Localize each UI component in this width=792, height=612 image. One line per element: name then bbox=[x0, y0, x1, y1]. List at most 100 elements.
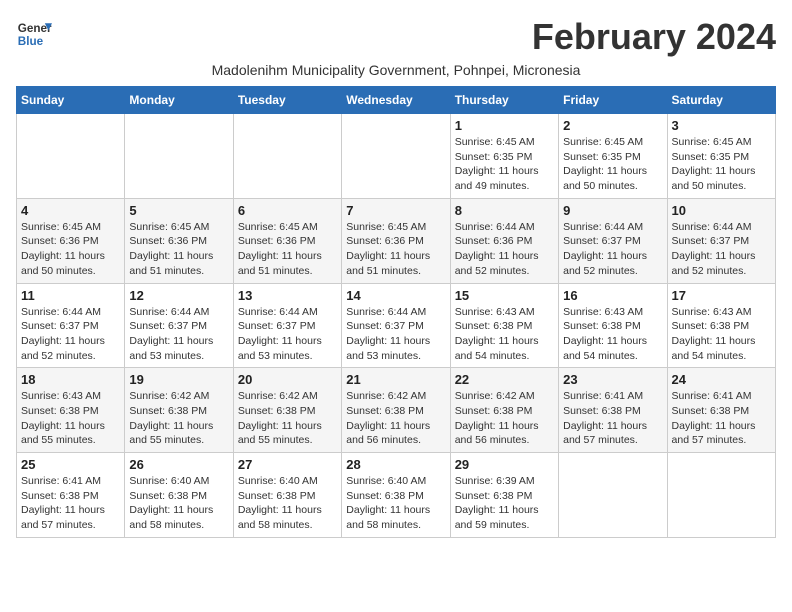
calendar-cell bbox=[17, 114, 125, 199]
calendar-cell: 28 Sunrise: 6:40 AM Sunset: 6:38 PM Dayli… bbox=[342, 453, 450, 538]
day-number: 11 bbox=[21, 288, 120, 303]
day-number: 23 bbox=[563, 372, 662, 387]
calendar-cell: 16Sunrise: 6:43 AM Sunset: 6:38 PM Dayli… bbox=[559, 283, 667, 368]
day-number: 18 bbox=[21, 372, 120, 387]
subtitle: Madolenihm Municipality Government, Pohn… bbox=[16, 62, 776, 78]
day-number: 15 bbox=[455, 288, 554, 303]
calendar-cell bbox=[667, 453, 775, 538]
calendar-cell: 18Sunrise: 6:43 AM Sunset: 6:38 PM Dayli… bbox=[17, 368, 125, 453]
day-number: 8 bbox=[455, 203, 554, 218]
calendar-cell: 14Sunrise: 6:44 AM Sunset: 6:37 PM Dayli… bbox=[342, 283, 450, 368]
weekday-header-wednesday: Wednesday bbox=[342, 87, 450, 114]
calendar-cell: 21 Sunrise: 6:42 AM Sunset: 6:38 PM Dayli… bbox=[342, 368, 450, 453]
weekday-header-monday: Monday bbox=[125, 87, 233, 114]
day-info: Sunrise: 6:40 AM Sunset: 6:38 PM Dayligh… bbox=[238, 474, 337, 533]
day-number: 7 bbox=[346, 203, 445, 218]
calendar-cell: 25 Sunrise: 6:41 AM Sunset: 6:38 PM Dayli… bbox=[17, 453, 125, 538]
day-number: 21 bbox=[346, 372, 445, 387]
day-info: Sunrise: 6:45 AM Sunset: 6:36 PM Dayligh… bbox=[129, 220, 228, 279]
day-number: 13 bbox=[238, 288, 337, 303]
calendar-cell: 4 Sunrise: 6:45 AM Sunset: 6:36 PM Daylig… bbox=[17, 198, 125, 283]
logo: General Blue bbox=[16, 16, 52, 52]
day-info: Sunrise: 6:40 AM Sunset: 6:38 PM Dayligh… bbox=[129, 474, 228, 533]
day-info: Sunrise: 6:43 AM Sunset: 6:38 PM Dayligh… bbox=[563, 305, 662, 364]
calendar-cell: 6 Sunrise: 6:45 AM Sunset: 6:36 PM Daylig… bbox=[233, 198, 341, 283]
calendar-cell: 17 Sunrise: 6:43 AM Sunset: 6:38 PM Dayli… bbox=[667, 283, 775, 368]
day-info: Sunrise: 6:43 AM Sunset: 6:38 PM Dayligh… bbox=[455, 305, 554, 364]
day-info: Sunrise: 6:44 AM Sunset: 6:37 PM Dayligh… bbox=[238, 305, 337, 364]
day-number: 9 bbox=[563, 203, 662, 218]
day-info: Sunrise: 6:41 AM Sunset: 6:38 PM Dayligh… bbox=[672, 389, 771, 448]
calendar-cell: 27 Sunrise: 6:40 AM Sunset: 6:38 PM Dayli… bbox=[233, 453, 341, 538]
weekday-header-tuesday: Tuesday bbox=[233, 87, 341, 114]
day-info: Sunrise: 6:45 AM Sunset: 6:35 PM Dayligh… bbox=[455, 135, 554, 194]
calendar-cell: 7 Sunrise: 6:45 AM Sunset: 6:36 PM Daylig… bbox=[342, 198, 450, 283]
weekday-header-friday: Friday bbox=[559, 87, 667, 114]
day-number: 2 bbox=[563, 118, 662, 133]
day-info: Sunrise: 6:40 AM Sunset: 6:38 PM Dayligh… bbox=[346, 474, 445, 533]
calendar-cell: 9 Sunrise: 6:44 AM Sunset: 6:37 PM Daylig… bbox=[559, 198, 667, 283]
day-number: 17 bbox=[672, 288, 771, 303]
day-number: 12 bbox=[129, 288, 228, 303]
calendar-week-1: 1 Sunrise: 6:45 AM Sunset: 6:35 PM Daylig… bbox=[17, 114, 776, 199]
day-number: 26 bbox=[129, 457, 228, 472]
calendar-cell: 12 Sunrise: 6:44 AM Sunset: 6:37 PM Dayli… bbox=[125, 283, 233, 368]
calendar-cell: 26 Sunrise: 6:40 AM Sunset: 6:38 PM Dayli… bbox=[125, 453, 233, 538]
calendar-cell: 29 Sunrise: 6:39 AM Sunset: 6:38 PM Dayli… bbox=[450, 453, 558, 538]
calendar-cell: 10Sunrise: 6:44 AM Sunset: 6:37 PM Dayli… bbox=[667, 198, 775, 283]
weekday-header-sunday: Sunday bbox=[17, 87, 125, 114]
day-number: 6 bbox=[238, 203, 337, 218]
calendar-cell: 13 Sunrise: 6:44 AM Sunset: 6:37 PM Dayli… bbox=[233, 283, 341, 368]
day-info: Sunrise: 6:44 AM Sunset: 6:37 PM Dayligh… bbox=[563, 220, 662, 279]
day-number: 22 bbox=[455, 372, 554, 387]
day-info: Sunrise: 6:45 AM Sunset: 6:36 PM Dayligh… bbox=[238, 220, 337, 279]
day-info: Sunrise: 6:44 AM Sunset: 6:37 PM Dayligh… bbox=[21, 305, 120, 364]
calendar-week-5: 25 Sunrise: 6:41 AM Sunset: 6:38 PM Dayli… bbox=[17, 453, 776, 538]
calendar-week-2: 4 Sunrise: 6:45 AM Sunset: 6:36 PM Daylig… bbox=[17, 198, 776, 283]
day-info: Sunrise: 6:44 AM Sunset: 6:37 PM Dayligh… bbox=[346, 305, 445, 364]
day-number: 27 bbox=[238, 457, 337, 472]
weekday-header-row: SundayMondayTuesdayWednesdayThursdayFrid… bbox=[17, 87, 776, 114]
day-info: Sunrise: 6:41 AM Sunset: 6:38 PM Dayligh… bbox=[563, 389, 662, 448]
day-info: Sunrise: 6:45 AM Sunset: 6:36 PM Dayligh… bbox=[346, 220, 445, 279]
day-number: 29 bbox=[455, 457, 554, 472]
calendar-table: SundayMondayTuesdayWednesdayThursdayFrid… bbox=[16, 86, 776, 538]
day-number: 5 bbox=[129, 203, 228, 218]
day-info: Sunrise: 6:45 AM Sunset: 6:35 PM Dayligh… bbox=[672, 135, 771, 194]
day-info: Sunrise: 6:41 AM Sunset: 6:38 PM Dayligh… bbox=[21, 474, 120, 533]
day-info: Sunrise: 6:45 AM Sunset: 6:36 PM Dayligh… bbox=[21, 220, 120, 279]
day-number: 4 bbox=[21, 203, 120, 218]
day-info: Sunrise: 6:42 AM Sunset: 6:38 PM Dayligh… bbox=[455, 389, 554, 448]
day-number: 3 bbox=[672, 118, 771, 133]
day-info: Sunrise: 6:44 AM Sunset: 6:37 PM Dayligh… bbox=[129, 305, 228, 364]
day-info: Sunrise: 6:39 AM Sunset: 6:38 PM Dayligh… bbox=[455, 474, 554, 533]
day-info: Sunrise: 6:44 AM Sunset: 6:37 PM Dayligh… bbox=[672, 220, 771, 279]
weekday-header-saturday: Saturday bbox=[667, 87, 775, 114]
calendar-cell: 1 Sunrise: 6:45 AM Sunset: 6:35 PM Daylig… bbox=[450, 114, 558, 199]
calendar-cell: 22 Sunrise: 6:42 AM Sunset: 6:38 PM Dayli… bbox=[450, 368, 558, 453]
svg-text:Blue: Blue bbox=[18, 35, 44, 48]
calendar-cell: 11 Sunrise: 6:44 AM Sunset: 6:37 PM Dayli… bbox=[17, 283, 125, 368]
day-number: 1 bbox=[455, 118, 554, 133]
weekday-header-thursday: Thursday bbox=[450, 87, 558, 114]
calendar-cell: 15 Sunrise: 6:43 AM Sunset: 6:38 PM Dayli… bbox=[450, 283, 558, 368]
day-info: Sunrise: 6:42 AM Sunset: 6:38 PM Dayligh… bbox=[129, 389, 228, 448]
calendar-cell: 20Sunrise: 6:42 AM Sunset: 6:38 PM Dayli… bbox=[233, 368, 341, 453]
calendar-cell bbox=[342, 114, 450, 199]
day-number: 20 bbox=[238, 372, 337, 387]
day-info: Sunrise: 6:44 AM Sunset: 6:36 PM Dayligh… bbox=[455, 220, 554, 279]
calendar-cell: 24Sunrise: 6:41 AM Sunset: 6:38 PM Dayli… bbox=[667, 368, 775, 453]
month-title: February 2024 bbox=[532, 16, 776, 58]
day-number: 19 bbox=[129, 372, 228, 387]
calendar-cell: 5 Sunrise: 6:45 AM Sunset: 6:36 PM Daylig… bbox=[125, 198, 233, 283]
day-number: 25 bbox=[21, 457, 120, 472]
calendar-week-3: 11 Sunrise: 6:44 AM Sunset: 6:37 PM Dayli… bbox=[17, 283, 776, 368]
calendar-cell bbox=[125, 114, 233, 199]
day-info: Sunrise: 6:43 AM Sunset: 6:38 PM Dayligh… bbox=[672, 305, 771, 364]
day-number: 28 bbox=[346, 457, 445, 472]
calendar-cell: 3 Sunrise: 6:45 AM Sunset: 6:35 PM Daylig… bbox=[667, 114, 775, 199]
calendar-cell: 2 Sunrise: 6:45 AM Sunset: 6:35 PM Daylig… bbox=[559, 114, 667, 199]
day-info: Sunrise: 6:45 AM Sunset: 6:35 PM Dayligh… bbox=[563, 135, 662, 194]
day-info: Sunrise: 6:42 AM Sunset: 6:38 PM Dayligh… bbox=[346, 389, 445, 448]
calendar-cell: 19 Sunrise: 6:42 AM Sunset: 6:38 PM Dayli… bbox=[125, 368, 233, 453]
